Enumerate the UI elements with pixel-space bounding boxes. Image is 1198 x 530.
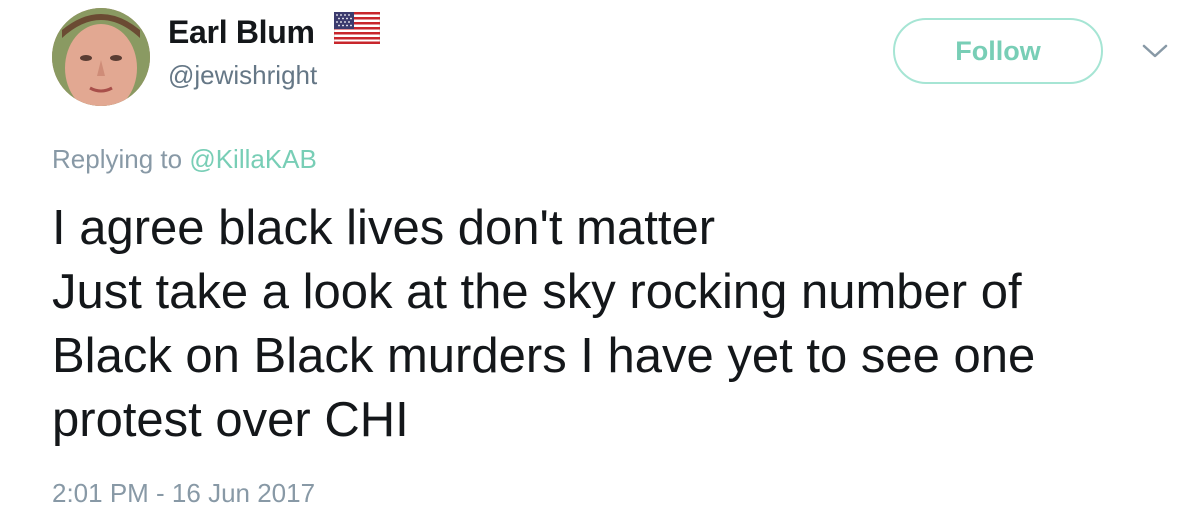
us-flag-icon <box>334 12 380 44</box>
avatar-photo <box>52 8 150 106</box>
display-name[interactable]: Earl Blum <box>168 14 315 51</box>
tweet-line: protest over CHI <box>52 393 409 447</box>
reply-target-link[interactable]: @KillaKAB <box>189 144 317 174</box>
tweet-text: I agree black lives don't matter Just ta… <box>52 196 1182 452</box>
tweet-line: Black on Black murders I have yet to see… <box>52 329 1036 383</box>
replying-to-label: Replying to <box>52 144 183 174</box>
tweet-timestamp[interactable]: 2:01 PM - 16 Jun 2017 <box>52 478 315 509</box>
follow-button[interactable]: Follow <box>893 18 1103 84</box>
avatar[interactable] <box>52 8 150 106</box>
chevron-down-icon[interactable] <box>1140 38 1170 62</box>
user-handle[interactable]: @jewishright <box>168 60 317 91</box>
tweet-line: I agree black lives don't matter <box>52 201 716 255</box>
tweet-card: Earl Blum @jewishright Follow Replying t… <box>0 0 1198 530</box>
replying-to: Replying to @KillaKAB <box>52 144 317 175</box>
tweet-line: Just take a look at the sky rocking numb… <box>52 265 1022 319</box>
